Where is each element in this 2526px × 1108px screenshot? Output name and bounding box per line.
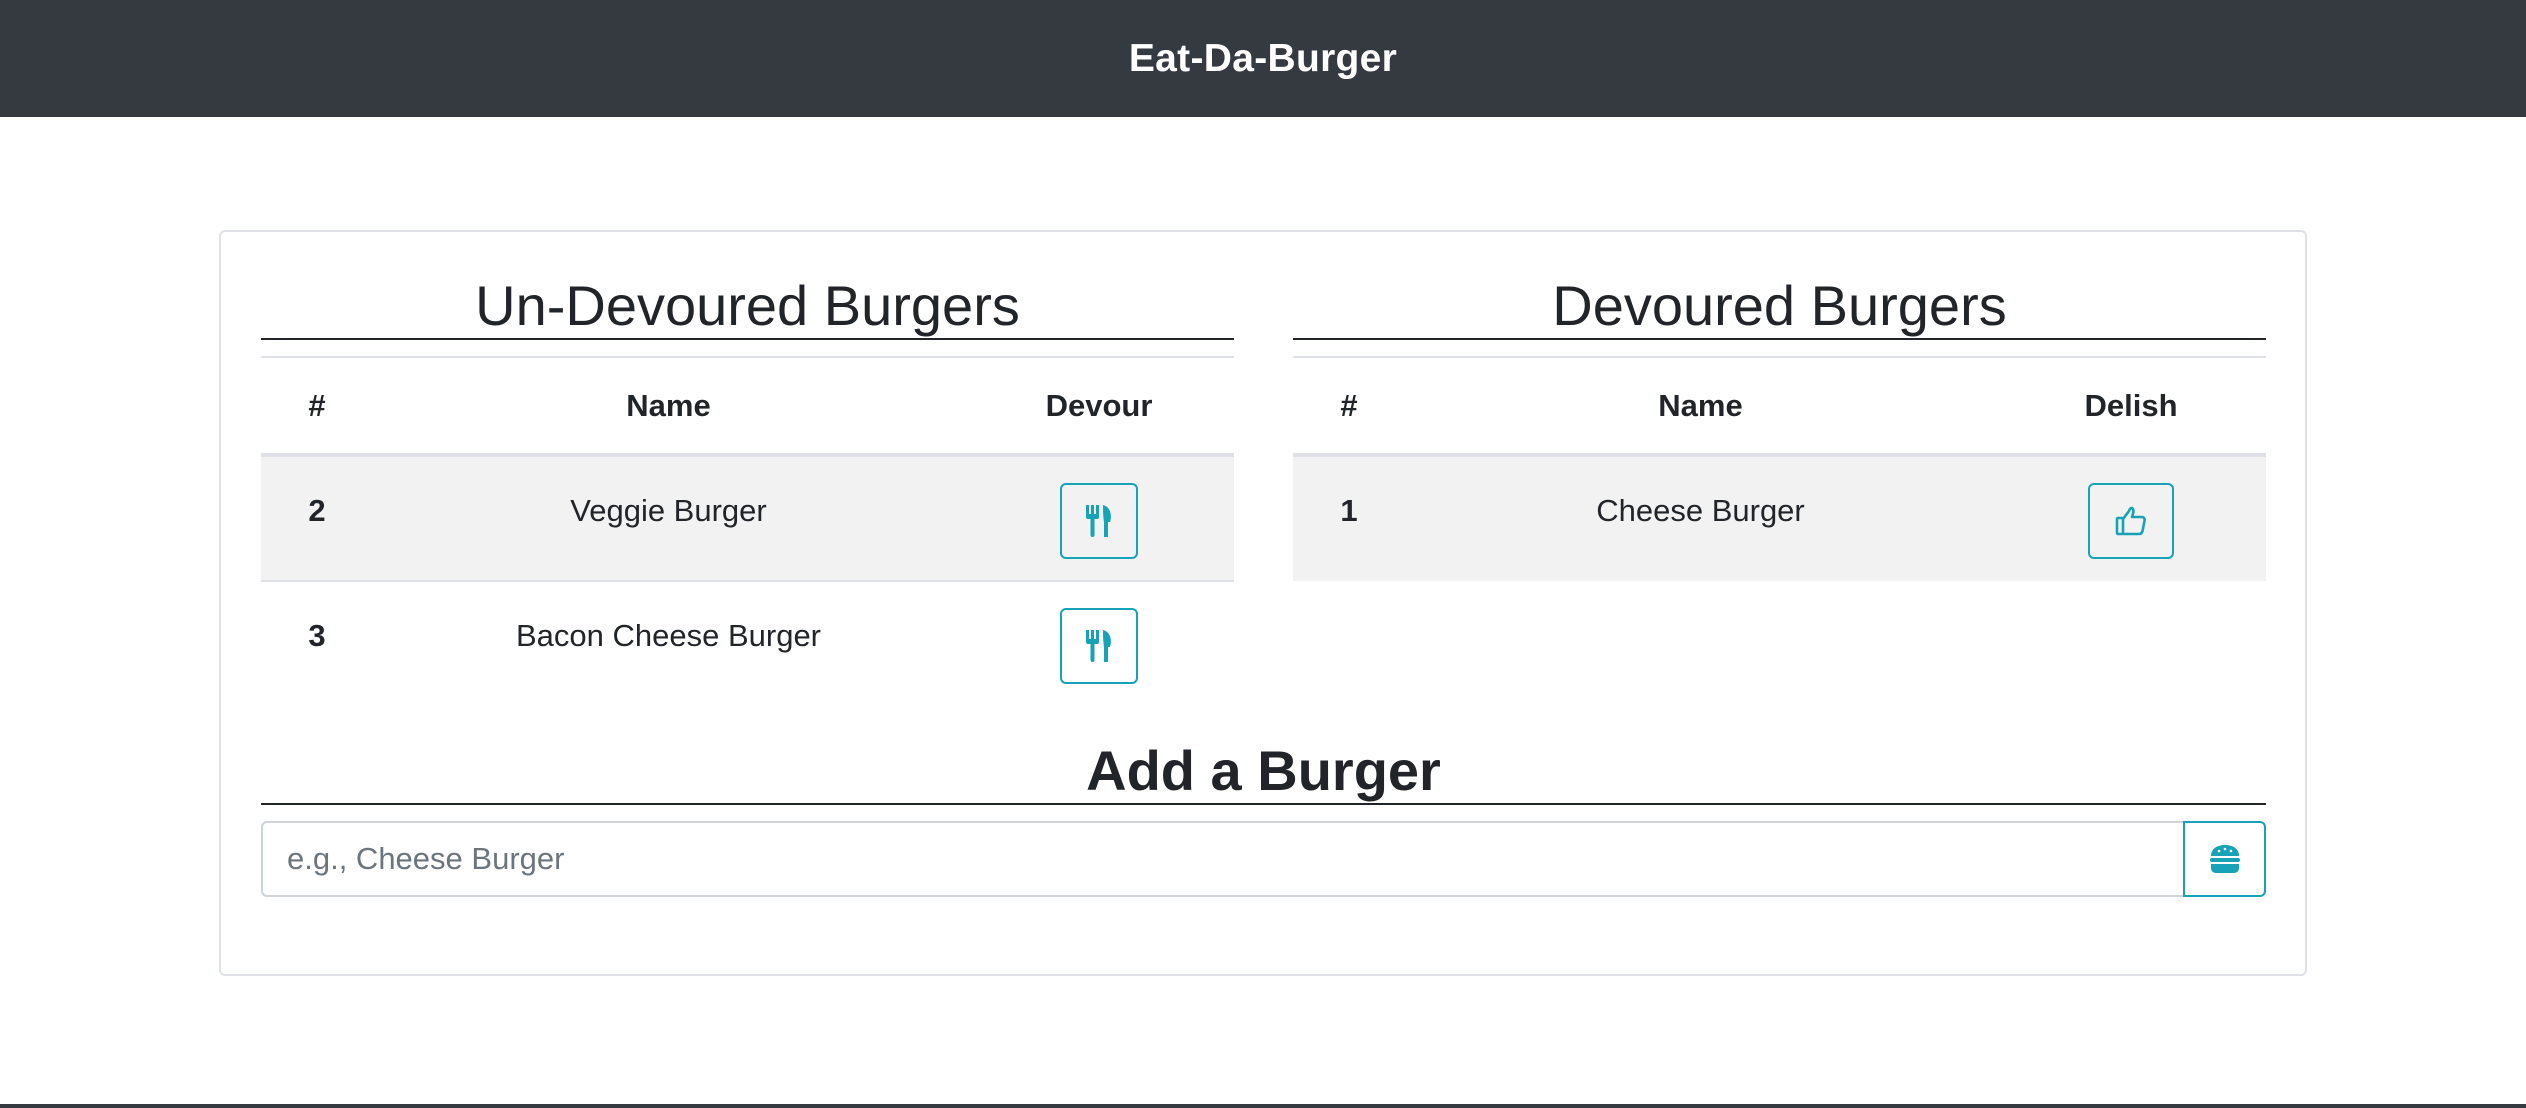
table-row: 1 Cheese Burger <box>1293 455 2266 581</box>
footer-bar <box>0 1104 2526 1108</box>
thumbs-up-icon <box>2115 506 2146 536</box>
table-header-row: # Name Devour <box>261 357 1234 455</box>
column-header-number: # <box>308 387 326 423</box>
add-burger-section: Add a Burger <box>261 737 2266 897</box>
utensils-icon <box>1086 630 1111 662</box>
add-burger-title: Add a Burger <box>261 737 2266 805</box>
devoured-table: # Name Delish 1 Cheese Burger <box>1293 356 2266 581</box>
hamburger-icon <box>2209 845 2240 873</box>
column-header-number: # <box>1340 387 1358 423</box>
burger-name: Cheese Burger <box>1596 493 1805 528</box>
column-header-devour: Devour <box>1045 387 1153 423</box>
burger-name-input[interactable] <box>261 821 2183 897</box>
devoured-title: Devoured Burgers <box>1293 272 2266 340</box>
column-header-name: Name <box>626 387 711 423</box>
burger-id: 1 <box>1340 493 1358 528</box>
delish-button[interactable] <box>2088 483 2174 559</box>
devoured-panel: Devoured Burgers # Name Delish 1 Cheese … <box>1293 272 2266 581</box>
undevoured-table: # Name Devour 2 Veggie Burger 3 Bacon Ch… <box>261 356 1234 707</box>
undevoured-panel: Un-Devoured Burgers # Name Devour 2 Vegg… <box>261 272 1234 707</box>
brand-title[interactable]: Eat-Da-Burger <box>1129 37 1397 81</box>
main-card: Un-Devoured Burgers # Name Devour 2 Vegg… <box>219 230 2307 976</box>
devour-button[interactable] <box>1060 483 1138 559</box>
column-header-delish: Delish <box>2084 387 2178 423</box>
table-row: 3 Bacon Cheese Burger <box>261 581 1234 707</box>
burger-id: 2 <box>308 493 326 528</box>
column-header-name: Name <box>1658 387 1743 423</box>
table-header-row: # Name Delish <box>1293 357 2266 455</box>
undevoured-title: Un-Devoured Burgers <box>261 272 1234 340</box>
utensils-icon <box>1086 505 1111 537</box>
table-row: 2 Veggie Burger <box>261 455 1234 581</box>
add-burger-button[interactable] <box>2183 821 2266 897</box>
burger-name: Veggie Burger <box>570 493 767 528</box>
navbar: Eat-Da-Burger <box>0 0 2526 117</box>
add-burger-form <box>261 821 2266 897</box>
devour-button[interactable] <box>1060 608 1138 684</box>
burger-name: Bacon Cheese Burger <box>515 618 822 653</box>
burger-id: 3 <box>308 618 326 653</box>
